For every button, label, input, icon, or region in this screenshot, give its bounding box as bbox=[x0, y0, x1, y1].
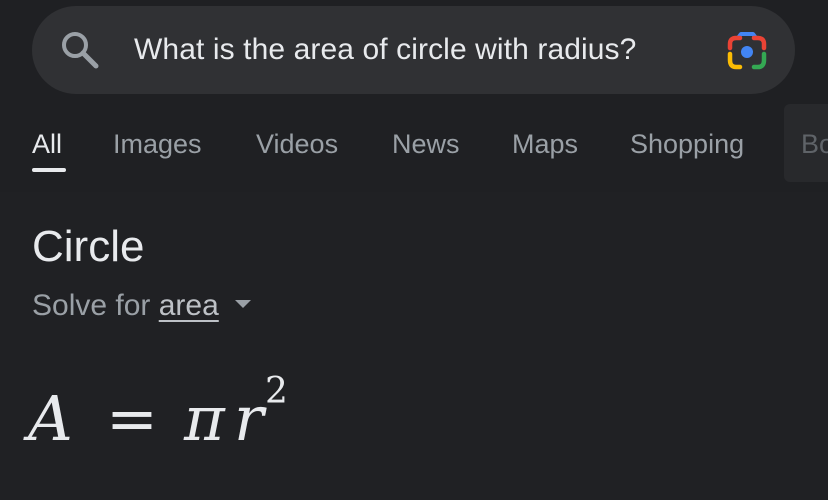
solve-for-selector[interactable]: Solve for area bbox=[32, 287, 252, 325]
formula-r: r bbox=[234, 382, 264, 455]
formula-pi: π bbox=[184, 382, 225, 455]
header-area: What is the area of circle with radius? … bbox=[0, 0, 828, 192]
dropdown-arrow-icon[interactable] bbox=[235, 300, 252, 309]
tab-books-partial[interactable]: Bo bbox=[801, 125, 828, 163]
tab-news[interactable]: News bbox=[392, 125, 460, 163]
tab-shopping[interactable]: Shopping bbox=[630, 125, 744, 163]
solve-variable-link[interactable]: area bbox=[159, 289, 219, 322]
tab-images[interactable]: Images bbox=[113, 125, 202, 163]
active-tab-indicator bbox=[32, 168, 66, 172]
search-icon[interactable] bbox=[60, 30, 100, 70]
result-title: Circle bbox=[32, 222, 145, 271]
tab-videos[interactable]: Videos bbox=[256, 125, 338, 163]
formula-exponent: 2 bbox=[265, 371, 288, 412]
formula-lhs: A bbox=[28, 382, 73, 455]
tab-maps[interactable]: Maps bbox=[512, 125, 578, 163]
google-lens-icon[interactable] bbox=[724, 30, 770, 72]
search-input[interactable]: What is the area of circle with radius? bbox=[134, 30, 636, 70]
tab-all[interactable]: All bbox=[32, 125, 62, 163]
page: What is the area of circle with radius? … bbox=[0, 0, 828, 500]
solve-for-label: Solve for bbox=[32, 289, 151, 322]
formula-equals: = bbox=[106, 382, 158, 455]
search-tabs: All Images Videos News Maps Shopping bbox=[0, 125, 828, 177]
